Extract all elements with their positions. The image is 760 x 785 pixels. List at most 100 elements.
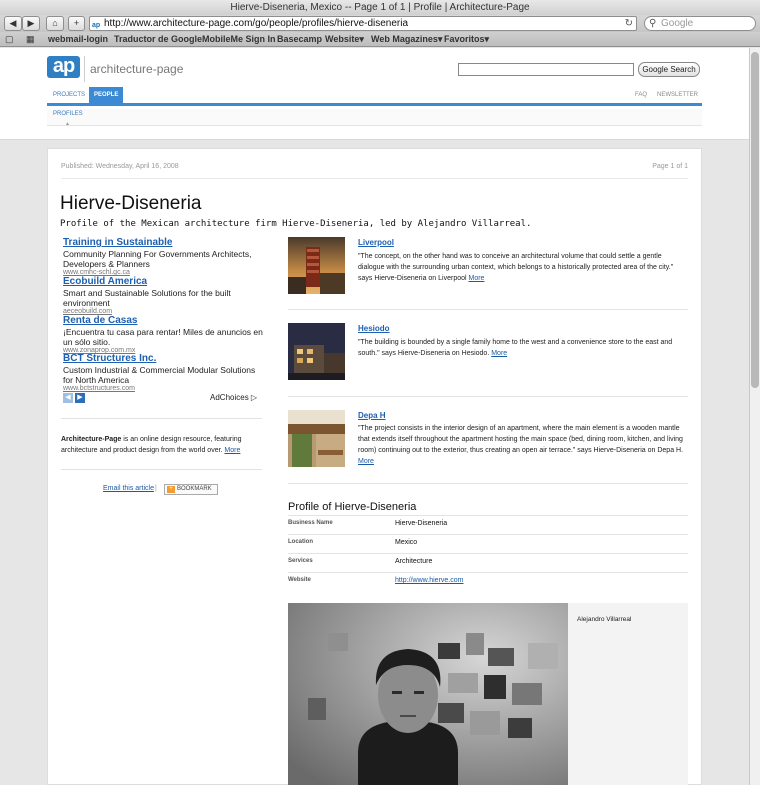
liverpool-thumbnail[interactable] — [288, 237, 345, 294]
bookmark-menu-website[interactable]: Website▾ — [325, 32, 364, 47]
nav-faq[interactable]: FAQ — [635, 87, 647, 104]
project-desc-text: "The concept, on the other hand was to c… — [358, 253, 674, 282]
ad-text: Community Planning For Governments Archi… — [63, 249, 252, 269]
browser-search-placeholder: Google — [661, 18, 694, 29]
ad-title[interactable]: Ecobuild America — [63, 276, 263, 288]
google-search-button[interactable]: Google Search — [638, 62, 700, 77]
tab-projects[interactable]: PROJECTS — [48, 87, 90, 103]
divider — [288, 483, 688, 484]
main-nav: PROJECTS PEOPLE FAQ NEWSLETTER — [47, 87, 702, 106]
ad-text: ¡Encuentra tu casa para rentar! Miles de… — [63, 327, 263, 347]
adchoices-icon: ▷ — [250, 393, 258, 402]
email-article-link[interactable]: Email this article — [103, 485, 154, 492]
bookmark-item[interactable]: Traductor de Google — [114, 32, 202, 47]
ad-next-icon[interactable]: ▶ — [75, 393, 85, 403]
profile-value: Architecture — [395, 558, 433, 565]
about-text: Architecture-Page is an online design re… — [61, 434, 261, 456]
project-link-liverpool[interactable]: Liverpool — [358, 238, 394, 247]
profile-label: Business Name — [288, 520, 333, 526]
share-separator: | — [155, 485, 157, 492]
back-button[interactable]: ◀ — [4, 16, 22, 31]
window-title: Hierve-Diseneria, Mexico -- Page 1 of 1 … — [0, 0, 760, 15]
profile-row: Location Mexico — [288, 534, 688, 553]
address-bar[interactable]: ap http://www.architecture-page.com/go/p… — [89, 16, 637, 31]
building-photo — [288, 237, 345, 294]
profile-value: Mexico — [395, 539, 418, 546]
portrait-image — [288, 603, 568, 785]
profile-row: Business Name Hierve-Diseneria — [288, 515, 688, 534]
bookmark-item[interactable]: MobileMe Sign In — [202, 32, 276, 47]
ad-text: Smart and Sustainable Solutions for the … — [63, 288, 231, 308]
bookmark-button[interactable]: + BOOKMARK — [164, 484, 218, 495]
adchoices-label: AdChoices — [210, 393, 249, 402]
profile-value: Hierve-Diseneria — [395, 520, 448, 527]
bookmark-label: BOOKMARK — [177, 486, 212, 492]
ad-block[interactable]: Ecobuild America Smart and Sustainable S… — [63, 276, 263, 316]
site-name[interactable]: architecture-page — [84, 56, 183, 82]
divider — [61, 418, 262, 419]
photo-caption-panel — [568, 603, 688, 785]
divider — [288, 396, 688, 397]
site-logo[interactable]: ap — [47, 56, 80, 78]
ad-block[interactable]: BCT Structures Inc. Custom Industrial & … — [63, 353, 263, 393]
interior-photo — [288, 410, 345, 467]
ad-prev-icon[interactable]: ◀ — [63, 393, 73, 403]
add-bookmark-button[interactable]: + — [68, 16, 85, 31]
page-subtitle: Profile of the Mexican architecture firm… — [60, 219, 532, 229]
page-indicator: Page 1 of 1 — [652, 163, 688, 170]
bookmark-item[interactable]: Basecamp — [277, 32, 322, 47]
project-desc-text: "The project consists in the interior de… — [358, 425, 684, 454]
ad-url[interactable]: www.bctstructures.com — [63, 385, 263, 393]
portrait-photo — [288, 603, 568, 785]
photo-caption: Alejandro Villarreal — [577, 616, 632, 623]
ad-title[interactable]: Renta de Casas — [63, 315, 263, 327]
ad-title[interactable]: Training in Sustainable — [63, 237, 263, 249]
profile-label: Website — [288, 577, 311, 583]
bookmark-menu-web-magazines[interactable]: Web Magazines▾ — [371, 32, 442, 47]
project-description: "The project consists in the interior de… — [358, 423, 688, 467]
profile-label: Services — [288, 558, 313, 564]
project-description: "The building is bounded by a single fam… — [358, 337, 688, 359]
bookmark-label: Favoritos — [444, 34, 485, 44]
scrollbar-thumb[interactable] — [751, 52, 759, 388]
favicon-icon: ap — [92, 22, 101, 29]
browser-toolbar: ◀ ▶ ⌂ + ap http://www.architecture-page.… — [0, 15, 760, 32]
about-more-link[interactable]: More — [224, 447, 240, 454]
profile-row: Website http://www.hierve.com — [288, 572, 688, 591]
depa-h-thumbnail[interactable] — [288, 410, 345, 467]
project-link-depa-h[interactable]: Depa H — [358, 411, 386, 420]
hesiodo-thumbnail[interactable] — [288, 323, 345, 380]
nav-newsletter[interactable]: NEWSLETTER — [657, 87, 698, 104]
caret-up-icon: ▲ — [65, 121, 70, 127]
page-title: Hierve-Diseneria — [60, 193, 202, 214]
profile-label: Location — [288, 539, 313, 545]
bookmark-label: Website — [325, 34, 360, 44]
ad-block[interactable]: Renta de Casas ¡Encuentra tu casa para r… — [63, 315, 263, 355]
project-more-link[interactable]: More — [469, 275, 485, 282]
top-sites-icon[interactable]: ▦ — [26, 32, 35, 47]
profile-website-link[interactable]: http://www.hierve.com — [395, 577, 463, 584]
profile-heading: Profile of Hierve-Diseneria — [288, 501, 417, 513]
reload-icon[interactable]: ↻ — [625, 17, 633, 30]
ad-block[interactable]: Training in Sustainable Community Planni… — [63, 237, 263, 277]
browser-search-field[interactable]: ⚲ Google — [644, 16, 756, 31]
project-more-link[interactable]: More — [491, 350, 507, 357]
divider — [61, 469, 262, 470]
search-icon: ⚲ — [649, 18, 657, 29]
site-search-input[interactable] — [458, 63, 634, 76]
forward-button[interactable]: ▶ — [22, 16, 40, 31]
subnav-profiles[interactable]: PROFILES — [53, 111, 83, 117]
ad-text: Custom Industrial & Commercial Modular S… — [63, 365, 256, 385]
project-more-link[interactable]: More — [358, 458, 374, 465]
bookmark-menu-favoritos[interactable]: Favoritos▾ — [444, 32, 489, 47]
published-date: Published: Wednesday, April 16, 2008 — [61, 163, 179, 170]
project-link-hesiodo[interactable]: Hesiodo — [358, 324, 390, 333]
reading-list-icon[interactable]: ▢ — [5, 32, 14, 47]
adchoices-link[interactable]: AdChoices ▷ — [210, 393, 257, 402]
tab-people[interactable]: PEOPLE — [89, 87, 124, 103]
bookmark-item[interactable]: webmail-login — [48, 32, 108, 47]
ad-title[interactable]: BCT Structures Inc. — [63, 353, 263, 365]
bookmarks-icon[interactable]: ⌂ — [46, 16, 64, 31]
sub-nav: PROFILES ▲ — [47, 109, 702, 127]
bookmark-label: Web Magazines — [371, 34, 438, 44]
